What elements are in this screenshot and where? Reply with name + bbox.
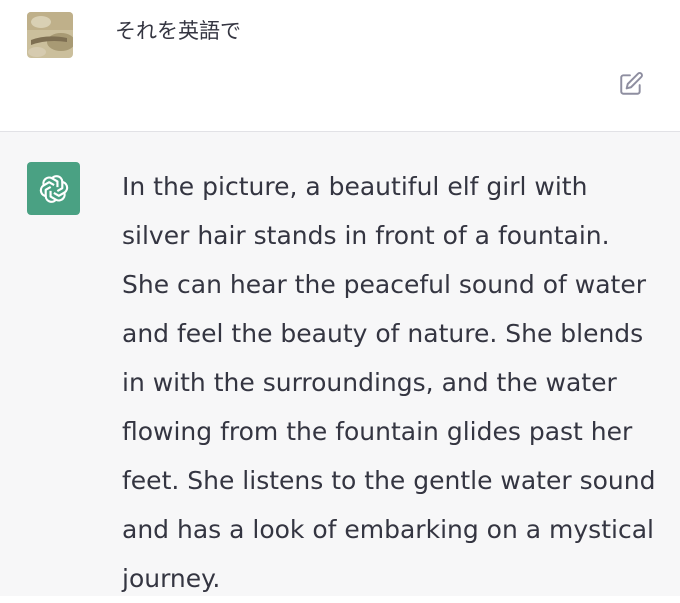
assistant-message-text: In the picture, a beautiful elf girl wit… bbox=[122, 172, 656, 593]
user-message-row: それを英語で bbox=[0, 0, 680, 132]
user-message-text: それを英語で bbox=[115, 19, 241, 43]
user-avatar bbox=[27, 12, 73, 58]
edit-message-button[interactable] bbox=[614, 67, 648, 101]
assistant-message-row: In the picture, a beautiful elf girl wit… bbox=[0, 132, 680, 596]
edit-icon bbox=[620, 72, 643, 95]
assistant-avatar bbox=[27, 162, 80, 215]
user-photo-avatar bbox=[27, 12, 73, 58]
openai-logo-icon bbox=[39, 174, 68, 203]
